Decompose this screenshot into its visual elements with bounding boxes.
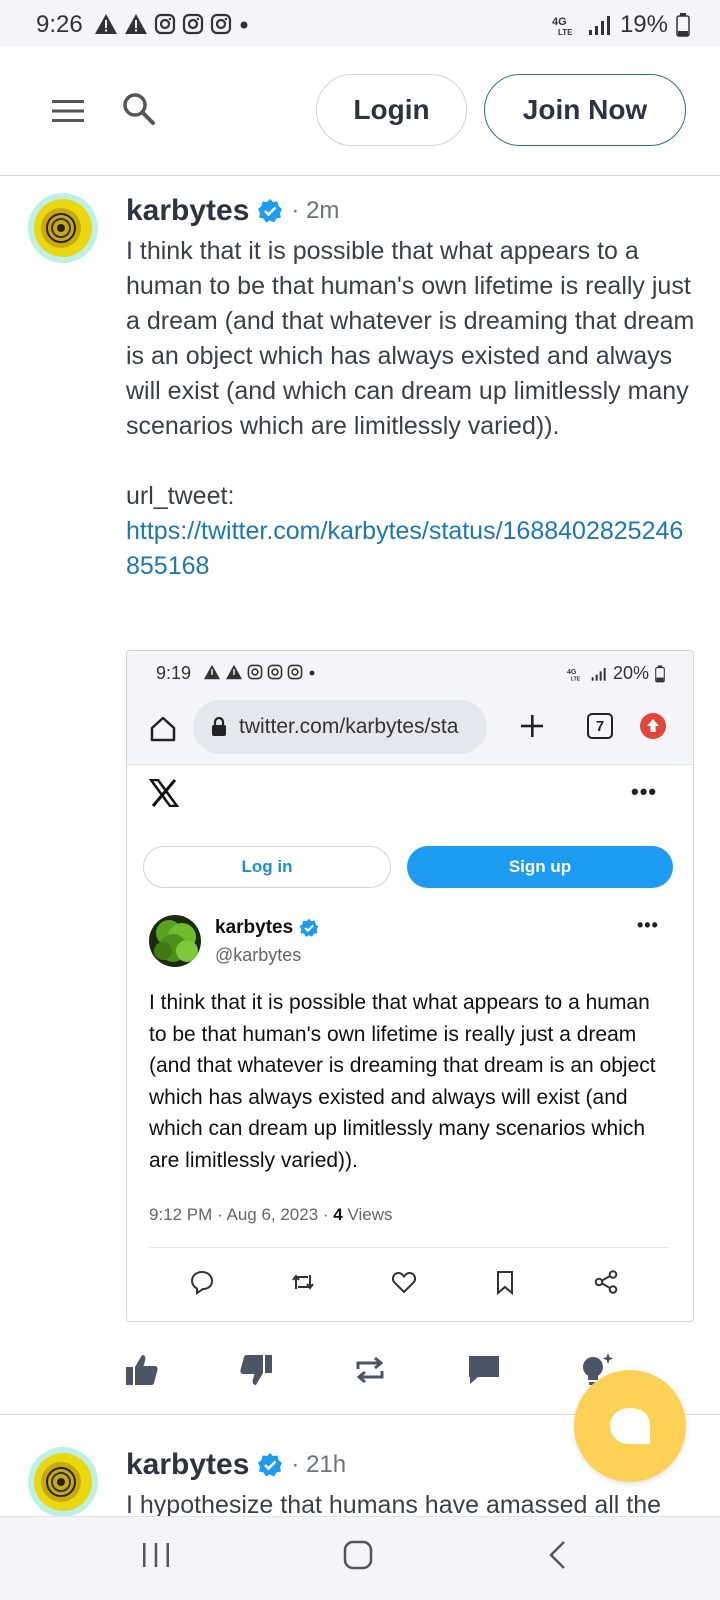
avatar[interactable]: [28, 1447, 98, 1516]
warning-icon: [204, 664, 220, 680]
battery-icon: [676, 13, 690, 37]
avatar[interactable]: [28, 193, 98, 263]
embedded-screenshot[interactable]: 9:19 4G LTE 20% twitter.com/karbytes/sta …: [126, 650, 694, 1322]
bookmark-icon[interactable]: [492, 1269, 518, 1295]
update-icon[interactable]: [640, 713, 666, 739]
instagram-icon: [247, 664, 263, 680]
signal-icon: [591, 667, 606, 681]
post-body: I hypothesize that humans have amassed a…: [126, 1488, 696, 1516]
warning-icon: [125, 14, 147, 34]
embed-status-time: 9:19: [156, 663, 192, 683]
post-header: karbytes · 2m: [126, 194, 339, 228]
embed-status-right: 4G LTE 20%: [567, 663, 665, 684]
browser-toolbar: twitter.com/karbytes/sta 7: [127, 695, 693, 765]
embed-views-count: 4: [333, 1205, 343, 1224]
post-body: I think that it is possible that what ap…: [126, 234, 696, 584]
instagram-icon: [287, 664, 303, 680]
svg-text:LTE: LTE: [571, 676, 581, 682]
svg-text:4G: 4G: [567, 669, 577, 676]
post-age[interactable]: · 2m: [291, 197, 339, 225]
instagram-icon: [154, 13, 176, 35]
share-icon[interactable]: [593, 1269, 619, 1295]
embed-tweet-text: I think that it is possible that what ap…: [149, 991, 656, 1172]
comment-icon[interactable]: [466, 1352, 502, 1388]
system-nav-bar: [0, 1516, 720, 1600]
signup-button[interactable]: Sign up: [407, 846, 673, 888]
home-button-icon[interactable]: [342, 1539, 374, 1571]
post-header: karbytes · 21h: [126, 1448, 346, 1482]
embed-author-name: karbytes: [215, 917, 294, 938]
warning-icon: [226, 664, 242, 680]
login-button[interactable]: Login: [316, 74, 467, 146]
instagram-icon: [210, 13, 232, 35]
url-label: url_tweet:: [126, 482, 235, 510]
tweet-options-icon[interactable]: •••: [637, 915, 659, 936]
verified-icon: [258, 1453, 283, 1477]
embed-author[interactable]: karbytes: [215, 917, 319, 939]
more-notifications-icon: [309, 670, 315, 676]
author-name[interactable]: karbytes: [126, 194, 249, 228]
more-options-icon[interactable]: •••: [631, 779, 657, 805]
verified-icon: [299, 918, 319, 937]
author-name[interactable]: karbytes: [126, 1448, 249, 1482]
embed-tweet-actions: [127, 1269, 693, 1299]
verified-icon: [258, 199, 283, 223]
svg-text:4G: 4G: [552, 16, 567, 28]
x-logo-icon[interactable]: [149, 779, 179, 807]
instagram-icon: [267, 664, 283, 680]
embed-login-button[interactable]: Log in: [143, 846, 391, 888]
status-time: 9:26: [36, 11, 83, 38]
chat-fab-button[interactable]: [574, 1370, 686, 1482]
lte-icon: 4GLTE: [567, 669, 581, 682]
app-header: Login Join Now: [0, 46, 720, 176]
notification-icons: [94, 13, 250, 35]
tab-count-button[interactable]: 7: [587, 713, 613, 739]
menu-icon[interactable]: [52, 98, 86, 124]
battery-icon: [655, 664, 665, 682]
like-heart-icon[interactable]: [391, 1269, 417, 1295]
post-text: I hypothesize that humans have amassed a…: [126, 1491, 662, 1516]
search-icon[interactable]: [121, 91, 157, 127]
embed-avatar[interactable]: [149, 915, 201, 967]
post-age[interactable]: · 21h: [291, 1451, 346, 1479]
back-icon[interactable]: [546, 1539, 570, 1571]
browser-url-bar[interactable]: twitter.com/karbytes/sta: [193, 700, 487, 754]
embed-status-bar: 9:19 4G LTE 20%: [127, 651, 693, 695]
embed-handle[interactable]: @karbytes: [215, 945, 301, 966]
svg-text:LTE: LTE: [558, 28, 573, 37]
instagram-icon: [182, 13, 204, 35]
browser-url-text: twitter.com/karbytes/sta: [239, 715, 459, 738]
chat-icon: [610, 1408, 650, 1444]
embed-tweet-meta: 9:12 PM · Aug 6, 2023 · 4 Views: [149, 1205, 393, 1225]
repost-icon[interactable]: [352, 1352, 388, 1388]
status-right: 4G LTE 19%: [552, 11, 690, 39]
recent-apps-icon[interactable]: [140, 1539, 172, 1571]
more-notifications-icon: [240, 21, 248, 29]
warning-icon: [95, 14, 117, 34]
embed-battery-percent: 20%: [612, 663, 649, 683]
embed-views-label: Views: [347, 1205, 393, 1224]
status-bar: 9:26 4G LTE 19%: [0, 0, 720, 46]
embed-tweet-time: 9:12 PM · Aug 6, 2023 ·: [149, 1205, 329, 1224]
join-now-button[interactable]: Join Now: [484, 74, 686, 146]
embed-notification-icons: [203, 664, 317, 680]
home-icon[interactable]: [149, 715, 177, 743]
lock-icon: [212, 717, 226, 736]
retweet-icon[interactable]: [290, 1269, 316, 1295]
dislike-icon[interactable]: [238, 1352, 274, 1388]
new-tab-icon[interactable]: [519, 713, 545, 739]
battery-percent: 19%: [619, 11, 668, 38]
signal-icon: [588, 16, 610, 35]
tweet-link[interactable]: https://twitter.com/karbytes/status/1688…: [126, 514, 696, 584]
reply-icon[interactable]: [189, 1269, 215, 1295]
lte-icon: 4GLTE: [552, 16, 573, 37]
divider: [149, 1247, 669, 1248]
like-icon[interactable]: [124, 1352, 160, 1388]
post-text: I think that it is possible that what ap…: [126, 237, 695, 440]
